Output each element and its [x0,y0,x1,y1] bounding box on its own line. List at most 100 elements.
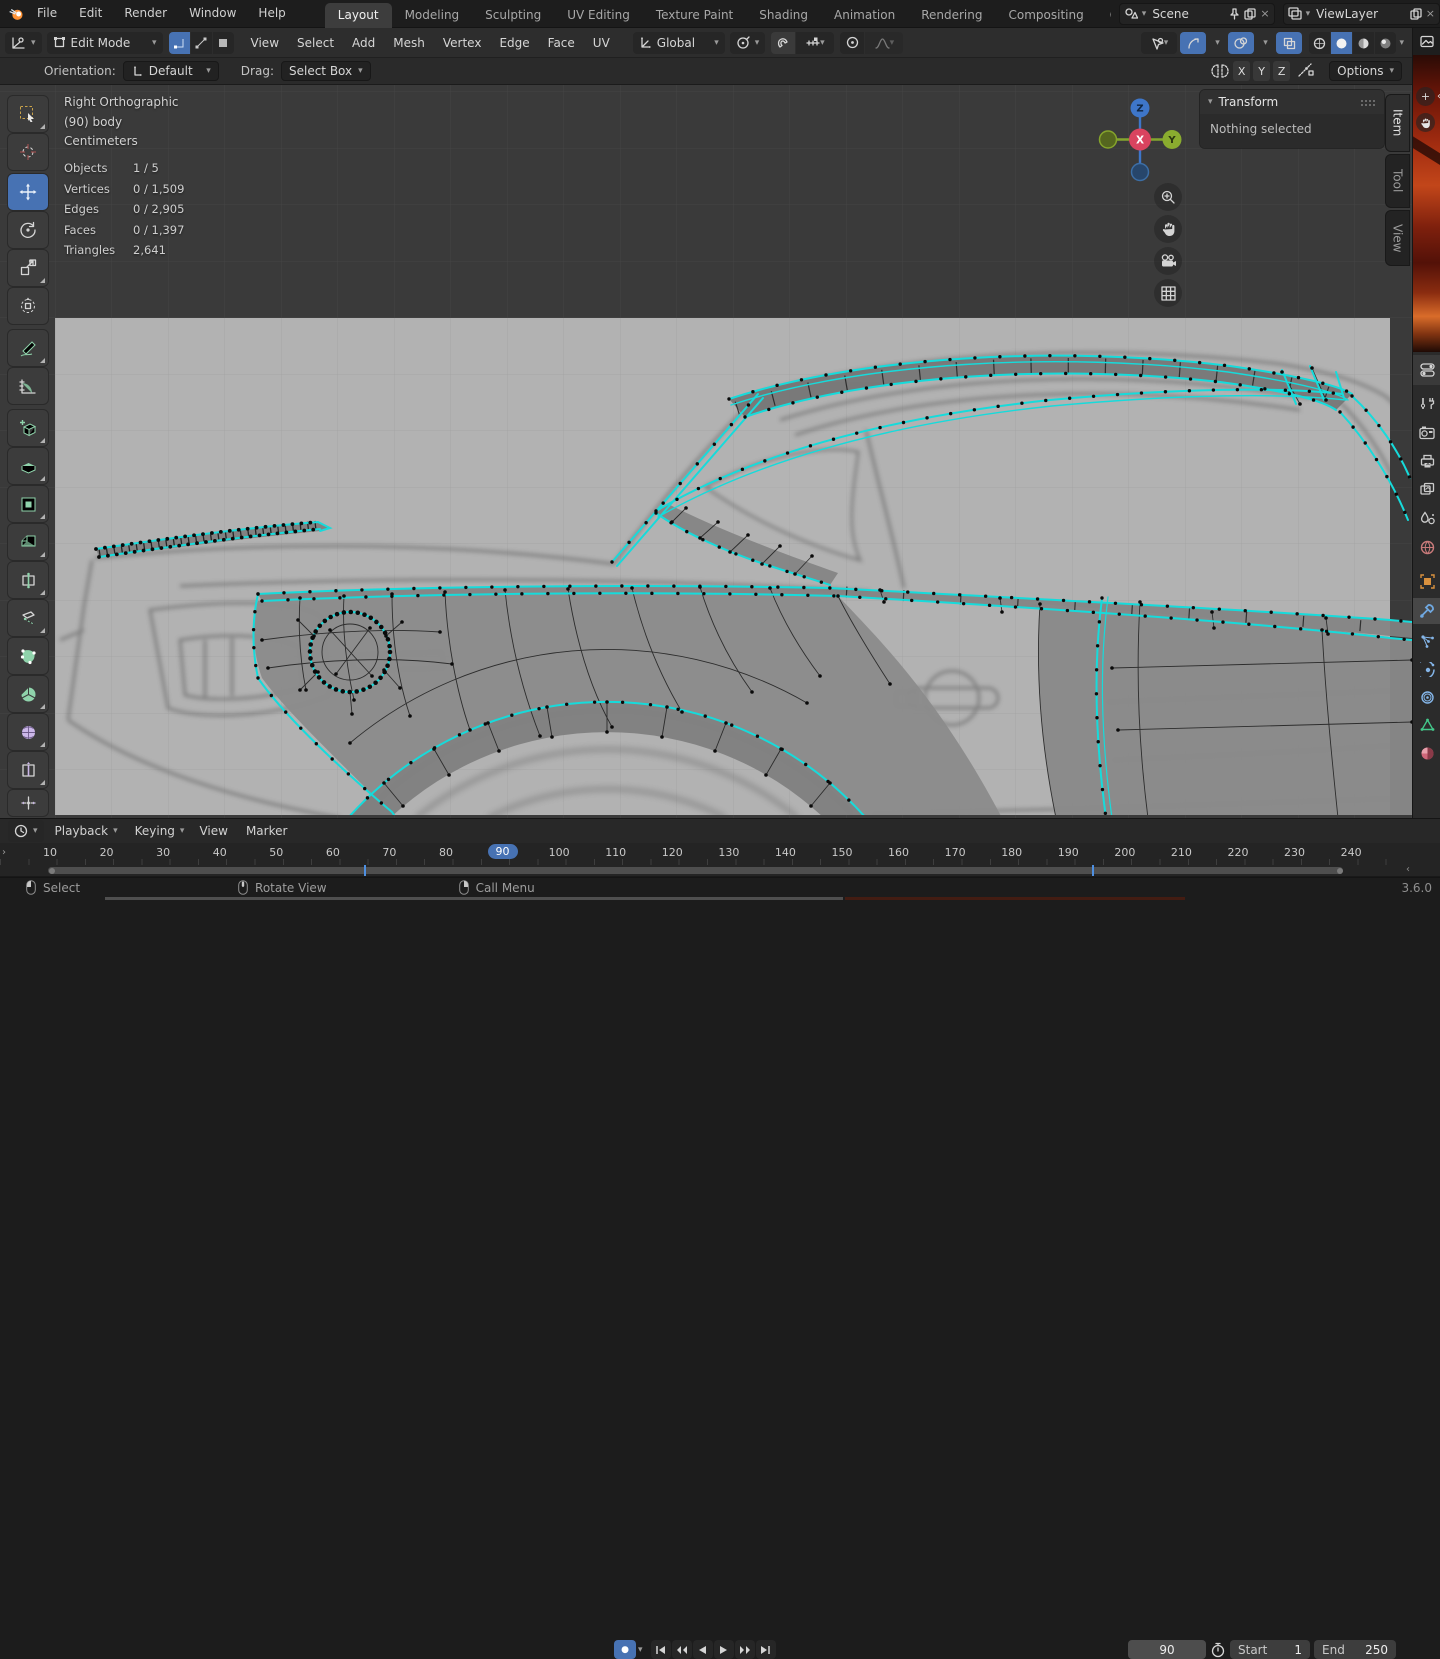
properties-tab-tool[interactable] [1413,390,1440,416]
tab-compositing[interactable]: Compositing [995,3,1096,28]
unlink-scene-icon[interactable]: × [1260,7,1269,20]
ruler-frame-label[interactable]: 50 [269,846,283,859]
next-keyframe-button[interactable] [735,1640,755,1659]
use-preview-range-icon[interactable] [1210,1642,1226,1658]
properties-tab-world[interactable] [1413,534,1440,560]
playback-menu[interactable]: Playback▾ [49,820,124,842]
timeline-scrollbar[interactable]: ‹ [0,865,1440,877]
remove-view-layer-icon[interactable]: × [1426,7,1435,20]
timeline-view-menu[interactable]: View [190,824,236,838]
shading-rendered-button[interactable] [1375,32,1396,54]
expand-channels-icon[interactable]: › [2,847,6,858]
properties-tab-particles[interactable] [1413,628,1440,654]
ruler-frame-label[interactable]: 170 [945,846,966,859]
mode-selector[interactable]: Edit Mode ▾ [47,32,163,54]
ruler-frame-label[interactable]: 80 [439,846,453,859]
ruler-frame-label[interactable]: 240 [1341,846,1362,859]
marker-menu[interactable]: Marker [237,824,296,838]
mirror-y-button[interactable]: Y [1253,61,1270,81]
ruler-frame-label[interactable]: 20 [100,846,114,859]
current-frame-field[interactable]: 90 [1128,1640,1206,1659]
tool-inset-faces[interactable] [8,486,48,522]
tool-smooth[interactable] [8,714,48,750]
transform-orientation-dropdown[interactable]: Global ▾ [633,32,725,54]
camera-view-button[interactable] [1154,247,1182,275]
blender-logo-icon[interactable] [8,3,26,25]
mirror-icon[interactable] [1210,63,1230,79]
tab-modeling[interactable]: Modeling [392,3,473,28]
ruler-frame-label[interactable]: 70 [382,846,396,859]
ruler-frame-label[interactable]: 130 [718,846,739,859]
render-preview-image[interactable]: + ‹ [1413,55,1440,352]
show-object-types-dropdown[interactable]: ▾ [1141,32,1177,54]
ruler-frame-label[interactable]: 120 [662,846,683,859]
menu-render[interactable]: Render [113,0,178,27]
sidebar-tab-view[interactable]: View [1386,211,1409,265]
jump-to-start-button[interactable] [651,1640,671,1659]
ruler-frame-label[interactable]: 60 [326,846,340,859]
tab-rendering[interactable]: Rendering [908,3,995,28]
ruler-frame-label[interactable]: 140 [775,846,796,859]
properties-tab-scene[interactable] [1413,505,1440,531]
ruler-frame-label[interactable]: 30 [156,846,170,859]
properties-tab-object[interactable] [1413,568,1440,594]
mirror-z-button[interactable]: Z [1273,61,1290,81]
ruler-frame-label[interactable]: 210 [1171,846,1192,859]
menu-file[interactable]: File [26,0,68,27]
properties-tab-view-layer[interactable] [1413,476,1440,502]
tool-annotate[interactable] [8,330,48,366]
ruler-frame-label[interactable]: 230 [1284,846,1305,859]
pan-hand-icon[interactable] [1416,113,1435,132]
tab-sculpting[interactable]: Sculpting [472,3,554,28]
tool-scale[interactable] [8,250,48,286]
new-view-layer-icon[interactable] [1410,8,1422,20]
snap-target-dropdown[interactable]: ▾ [796,32,834,54]
menu-help[interactable]: Help [247,0,296,27]
sidebar-tab-tool[interactable]: Tool [1386,155,1409,207]
properties-tab-physics[interactable] [1413,656,1440,682]
ruler-frame-label[interactable]: 180 [1001,846,1022,859]
shading-wireframe-button[interactable] [1309,32,1330,54]
play-button[interactable] [714,1640,734,1659]
tool-edge-slide[interactable] [8,752,48,788]
tool-rotate[interactable] [8,212,48,248]
snap-toggle[interactable] [771,32,795,54]
menu-edge[interactable]: Edge [490,36,538,50]
menu-vertex[interactable]: Vertex [434,36,491,50]
current-frame-indicator[interactable]: 90 [488,844,518,859]
gizmo-axis-z-negative[interactable] [1132,164,1149,181]
timeline-editor-type-button[interactable]: ▾ [8,820,44,842]
navigation-gizmo[interactable]: Z Y X [1096,98,1184,186]
tool-poly-build[interactable] [8,638,48,674]
tab-shading[interactable]: Shading [746,3,821,28]
tab-layout[interactable]: Layout [325,3,392,28]
gizmos-dropdown[interactable]: ▾ [1209,32,1225,54]
view-layer-name[interactable]: ViewLayer [1314,7,1406,21]
tool-transform[interactable] [8,288,48,324]
gizmos-toggle[interactable] [1180,32,1206,54]
gizmo-axis-y-negative[interactable] [1100,131,1117,148]
menu-edit[interactable]: Edit [68,0,113,27]
tool-measure[interactable] [8,368,48,404]
tool-spin[interactable] [8,676,48,712]
proportional-falloff-dropdown[interactable]: ▾ [865,32,903,54]
properties-editor-type-button[interactable] [1413,355,1440,385]
tab-animation[interactable]: Animation [821,3,908,28]
vertex-select-button[interactable] [169,32,190,54]
jump-to-end-button[interactable] [756,1640,776,1659]
options-dropdown[interactable]: Options ▾ [1329,61,1402,81]
menu-uv[interactable]: UV [584,36,619,50]
drag-handle-icon[interactable] [1360,99,1376,106]
transform-panel-header[interactable]: ▾ Transform [1200,90,1384,114]
tab-uv-editing[interactable]: UV Editing [554,3,643,28]
face-select-button[interactable] [213,32,234,54]
proportional-editing-toggle[interactable] [840,32,864,54]
zoom-button[interactable] [1154,183,1182,211]
properties-tab-render[interactable] [1413,420,1440,446]
tool-loop-cut[interactable] [8,562,48,598]
ruler-frame-label[interactable]: 220 [1227,846,1248,859]
editor-type-button[interactable]: ▾ [5,32,42,54]
tool-bevel[interactable] [8,524,48,560]
overlays-toggle[interactable] [1228,32,1254,54]
keying-menu[interactable]: Keying▾ [129,820,191,842]
